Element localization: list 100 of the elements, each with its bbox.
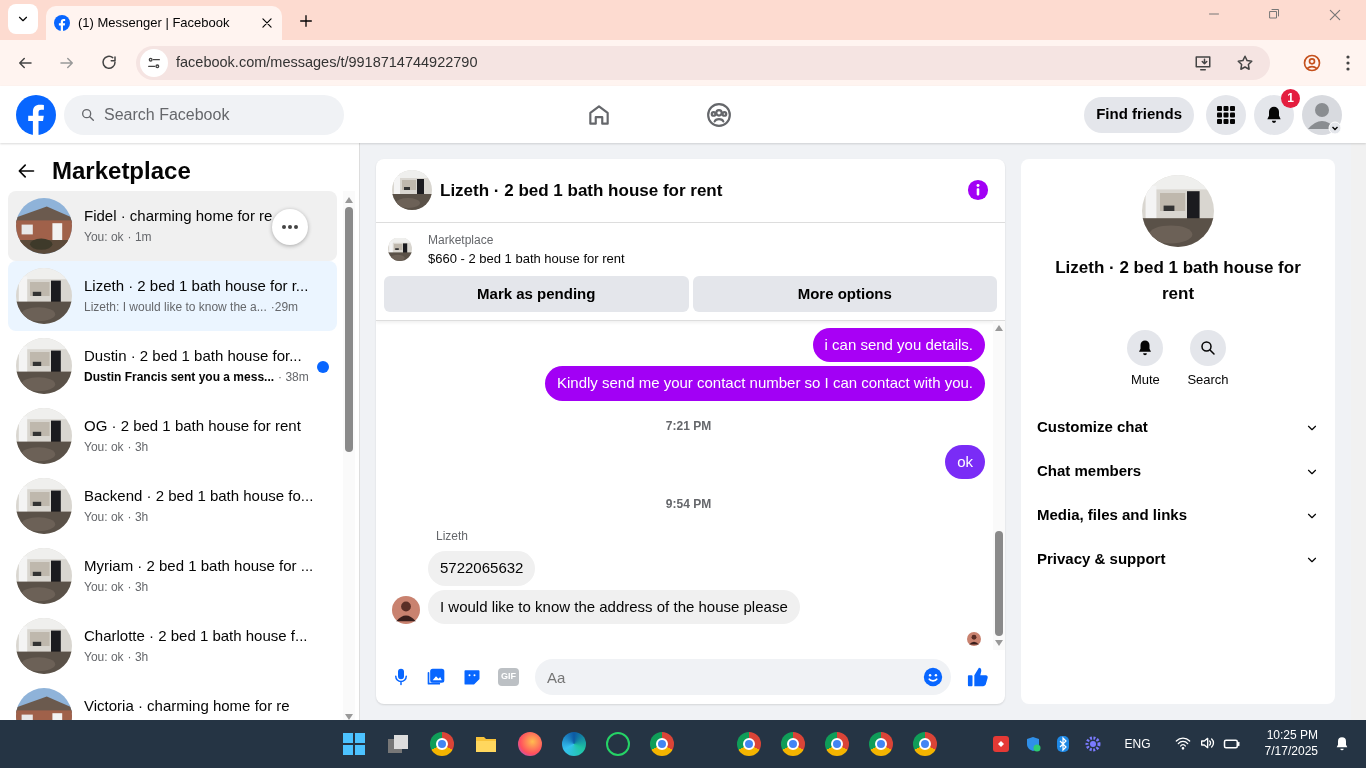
star-icon[interactable] (1236, 54, 1254, 72)
thumbs-up-icon[interactable] (967, 666, 989, 689)
timestamp: · 1m (127, 228, 152, 246)
message-preview: Lizeth: I would like to know the a... (84, 298, 267, 316)
clock-date[interactable]: 7/17/2025 (1264, 744, 1318, 760)
scroll-down-icon[interactable] (995, 640, 1003, 647)
conversation-item[interactable]: OG · 2 bed 1 bath house for rent You: ok · 3h (8, 401, 337, 471)
site-settings-icon[interactable] (146, 55, 162, 71)
more-button[interactable] (272, 209, 308, 245)
conversation-item[interactable]: Myriam · 2 bed 1 bath house for ... You: ok · 3h (8, 541, 337, 611)
message-preview: You: ok (84, 438, 124, 456)
browser-icon[interactable] (430, 732, 454, 756)
listing-label: Marketplace (428, 231, 495, 249)
scrollbar[interactable] (1351, 143, 1366, 720)
message-bubble: ok (945, 444, 985, 480)
find-friends-button[interactable]: Find friends (1084, 96, 1194, 133)
conversation-title: Myriam · 2 bed 1 bath house for ... (84, 556, 314, 576)
message-bubble: Kindly send me your contact number so I can contact with you. (544, 366, 985, 401)
scrollbar[interactable] (343, 191, 355, 720)
wifi-icon[interactable] (1174, 735, 1191, 751)
grid-icon (1217, 105, 1235, 124)
photo-icon[interactable] (426, 667, 446, 688)
browser-icon[interactable] (825, 732, 849, 756)
info-icon[interactable] (967, 179, 989, 202)
close-icon[interactable] (260, 16, 274, 30)
conversation-item[interactable]: Backend · 2 bed 1 bath house fo... You: ok · 3h (8, 471, 337, 541)
search-field[interactable]: Search Facebook (64, 94, 344, 135)
favicon (54, 15, 70, 31)
message-preview: You: ok (84, 578, 124, 596)
section-row[interactable]: Customize chat (1021, 405, 1335, 450)
menu-button[interactable] (1206, 94, 1246, 135)
menu-icon[interactable] (1346, 55, 1350, 71)
mark-pending-button[interactable]: Mark as pending (384, 276, 689, 312)
notifications-button[interactable] (1254, 94, 1294, 135)
task-view-icon[interactable] (386, 732, 410, 756)
sender-name: Lizeth (436, 529, 469, 544)
conversation-title: Charlotte · 2 bed 1 bath house f... (84, 626, 308, 646)
conversation-item[interactable]: Charlotte · 2 bed 1 bath house f... You: ok · 3h (8, 611, 337, 681)
conversation-item[interactable]: Lizeth · 2 bed 1 bath house for r... Lizeth: I would like to know the a... ·29m (8, 261, 337, 331)
message-bubble: 5722065632 (428, 551, 536, 586)
browser-icon[interactable] (781, 732, 805, 756)
browser-icon[interactable] (913, 732, 937, 756)
install-icon[interactable] (1194, 54, 1212, 72)
reload-icon[interactable] (100, 54, 118, 72)
volume-icon[interactable] (1198, 735, 1215, 751)
conversation-item[interactable]: Fidel · charming home for re You: ok · 1m (8, 191, 337, 261)
scroll-thumb[interactable] (345, 207, 353, 452)
bluetooth-icon[interactable] (1056, 736, 1069, 752)
shield-icon[interactable] (1024, 736, 1041, 752)
microphone-icon[interactable] (392, 668, 410, 687)
conversation-title: Dustin · 2 bed 1 bath house for... (84, 346, 303, 366)
conversation-title: Lizeth · 2 bed 1 bath house for rent (1054, 257, 1302, 305)
notification-badge: 1 (1281, 88, 1300, 108)
language-indicator[interactable]: ENG (1124, 735, 1151, 753)
restore-icon[interactable] (1268, 8, 1280, 20)
message-bubble: I would like to know the address of the house please (428, 589, 800, 625)
timestamp: ·29m (270, 298, 299, 316)
start-icon[interactable] (342, 732, 366, 756)
section-row[interactable]: Privacy & support (1021, 537, 1335, 582)
timestamp: · 38m (278, 368, 309, 386)
notification-icon[interactable] (1334, 736, 1350, 752)
browser-tab[interactable]: (1) Messenger | Facebook (46, 6, 282, 40)
more-options-button[interactable]: More options (692, 276, 997, 312)
sticker-icon[interactable] (462, 667, 482, 688)
message-field[interactable]: Aa (535, 659, 951, 696)
action-label: Mute (1130, 371, 1160, 389)
new-tab-icon[interactable] (298, 12, 314, 29)
emoji-icon[interactable] (923, 667, 943, 688)
section-title: Marketplace (52, 156, 191, 186)
message-preview: You: ok (84, 508, 124, 526)
scrollbar[interactable] (993, 321, 1005, 651)
search-button[interactable] (1190, 330, 1226, 366)
profile-icon[interactable] (1302, 53, 1322, 73)
gear-icon[interactable] (1084, 736, 1101, 752)
app-tray-icon[interactable] (992, 736, 1009, 752)
scroll-thumb[interactable] (995, 531, 1003, 637)
message-preview: You: ok (84, 228, 124, 246)
scroll-up-icon[interactable] (995, 325, 1003, 331)
timestamp: · 3h (127, 508, 149, 526)
mute-button[interactable] (1127, 330, 1164, 366)
scroll-up-icon[interactable] (345, 197, 353, 203)
listing-title: $660 - 2 bed 1 bath house for rent (428, 249, 625, 268)
avatar (392, 596, 420, 625)
action-label: Search (1187, 371, 1229, 389)
browser-icon[interactable] (737, 732, 761, 756)
section-row[interactable]: Chat members (1021, 449, 1335, 494)
message-preview: You: ok (84, 648, 124, 666)
conversation-title: Backend · 2 bed 1 bath house fo... (84, 486, 314, 506)
timestamp: · 3h (127, 438, 149, 456)
conversation-item[interactable]: Dustin · 2 bed 1 bath house for... Dustin Francis sent you a mess... · 38m (8, 331, 337, 401)
account-icon[interactable] (1302, 94, 1342, 135)
logo[interactable] (16, 94, 56, 135)
timestamp: 9:54 PM (665, 497, 712, 512)
back-arrow-icon[interactable] (16, 161, 36, 181)
section-row[interactable]: Media, files and links (1021, 493, 1335, 538)
timestamp: 7:21 PM (665, 418, 712, 433)
more-icon (282, 225, 298, 229)
browser-icon[interactable] (869, 732, 893, 756)
clock-time[interactable]: 10:25 PM (1266, 728, 1318, 744)
browser-icon[interactable] (650, 732, 674, 756)
